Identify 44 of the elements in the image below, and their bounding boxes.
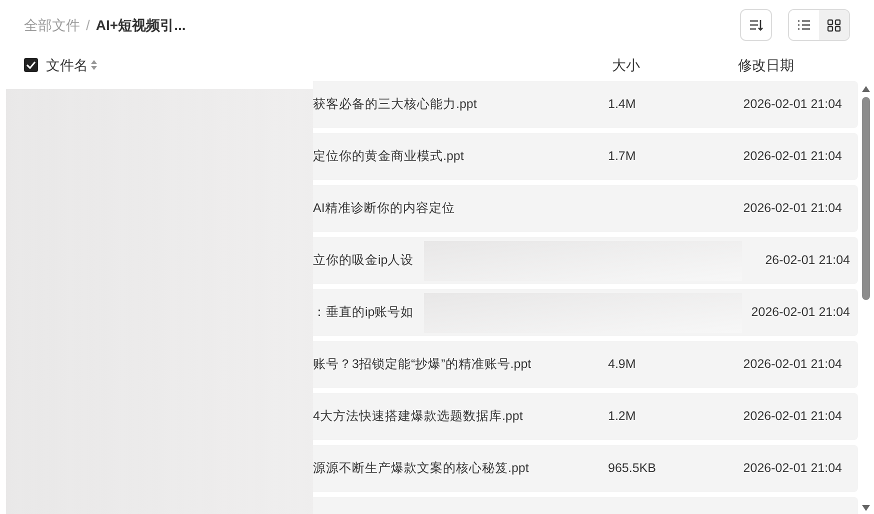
modified-date: 2026-02-01 21:04 [743, 408, 842, 426]
modified-date: 2026-02-01 21:04 [743, 96, 842, 114]
file-name: AI精准诊断你的内容定位 [313, 201, 455, 216]
file-name: ：垂直的ip账号如 [313, 305, 414, 320]
column-header[interactable]: 文件名 [46, 54, 90, 76]
file-size: 4.9M [608, 357, 636, 372]
scroll-down-icon[interactable] [862, 505, 870, 511]
sort-toggle-icon[interactable] [90, 59, 98, 71]
file-row[interactable]: 账号？3招锁定能“抄爆”的精准账号.ppt 4.9M 2026-02-01 21:04 [313, 341, 858, 388]
modified-date: 2026-02-01 21:04 [751, 304, 850, 322]
file-size: 965.5KB [608, 461, 656, 476]
modified-date: 2026-02-01 21:04 [743, 200, 842, 218]
file-row[interactable]: 源源不断生产爆款文案的核心秘笈.ppt 965.5KB 2026-02-01 21:04 [313, 445, 858, 492]
file-name: 源源不断生产爆款文案的核心秘笈.ppt [313, 461, 529, 476]
file-name: 立你的吸金ip人设 [313, 253, 414, 268]
grid-view-button[interactable] [819, 10, 849, 40]
list-icon [797, 18, 811, 32]
file-row[interactable]: 4大方法快速搭建爆款选题数据库.ppt 1.2M 2026-02-01 21:04 [313, 393, 858, 440]
breadcrumb-item[interactable]: AI+短视频引... [96, 14, 186, 36]
scrollbar-thumb[interactable] [862, 97, 870, 300]
column-header: 大小 [612, 56, 641, 74]
file-size: 1.2M [608, 409, 636, 424]
file-name: 定位你的黄金商业模式.ppt [313, 149, 464, 164]
modified-date: 2026-02-01 21:04 [743, 460, 842, 478]
modified-date: 2026-02-01 21:04 [743, 356, 842, 374]
scroll-up-icon[interactable] [862, 86, 870, 92]
file-row[interactable]: AI精准诊断你的内容定位 2026-02-01 21:04 [313, 185, 858, 232]
file-row[interactable]: 立你的吸金ip人设 26-02-01 21:04 [313, 237, 858, 284]
file-size: 1.7M [608, 149, 636, 164]
file-size: 1.4M [608, 97, 636, 112]
select-all-checkbox[interactable] [24, 58, 38, 72]
sort-button[interactable] [740, 9, 772, 41]
grid-icon [827, 18, 841, 32]
file-name: 4大方法快速搭建爆款选题数据库.ppt [313, 409, 523, 424]
file-name: 账号？3招锁定能“抄爆”的精准账号.ppt [313, 357, 532, 372]
file-row[interactable]: 获客必备的三大核心能力.ppt 1.4M 2026-02-01 21:04 [313, 81, 858, 128]
column-header: 修改日期 [738, 56, 794, 74]
modified-date: 26-02-01 21:04 [765, 252, 850, 270]
sort-icon [749, 19, 763, 31]
modified-date: 2026-02-01 21:04 [743, 148, 842, 166]
file-row[interactable]: ：垂直的ip账号如 2026-02-01 21:04 [313, 289, 858, 336]
file-name: 获客必备的三大核心能力.ppt [313, 97, 477, 112]
breadcrumb-separator: / [86, 16, 90, 34]
file-row[interactable]: 定位你的黄金商业模式.ppt 1.7M 2026-02-01 21:04 [313, 133, 858, 180]
